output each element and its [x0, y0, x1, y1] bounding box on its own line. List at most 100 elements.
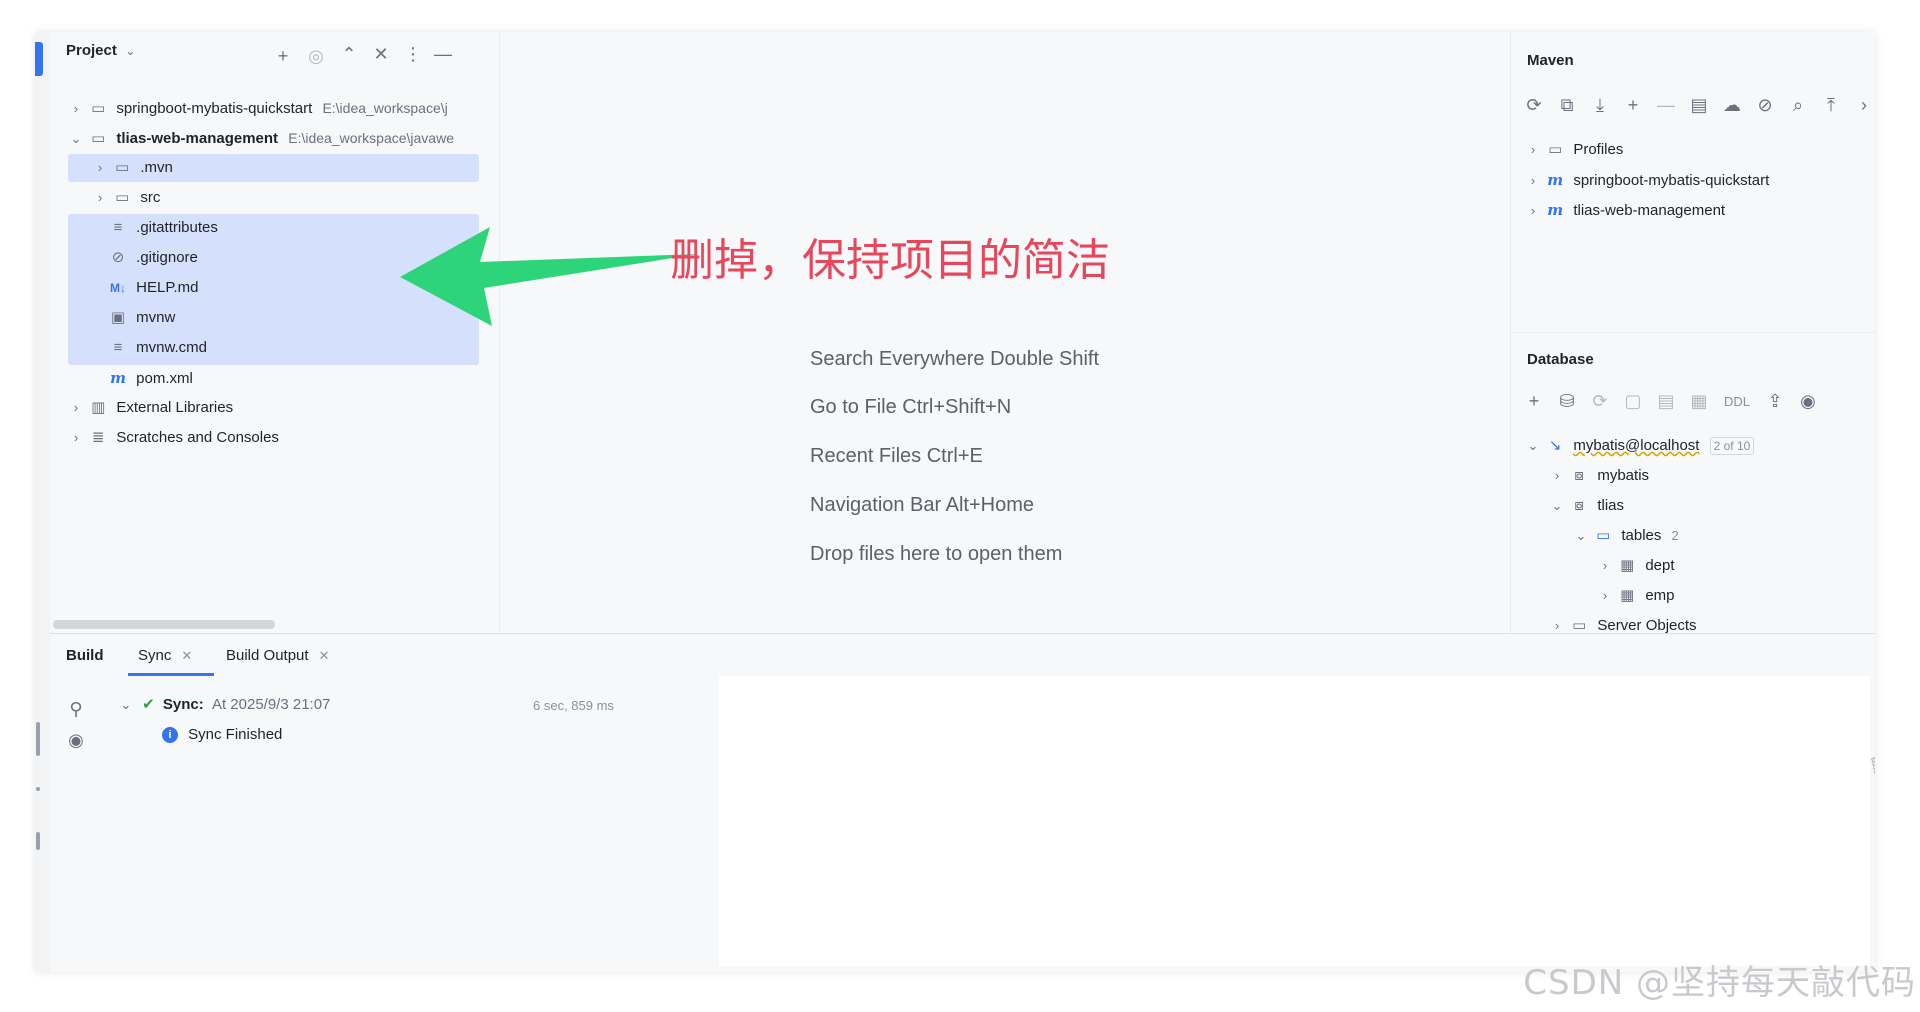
text-file-icon: ≡ [113, 339, 123, 356]
project-title: Project [66, 42, 117, 59]
reload-icon[interactable]: ⟳ [1523, 95, 1545, 115]
chevron-right-icon[interactable]: › [1853, 95, 1875, 115]
close-icon[interactable]: ✕ [319, 648, 330, 663]
maven-icon: m [1547, 171, 1564, 189]
expand-all-icon[interactable]: ⌃ [338, 44, 360, 64]
tool-strip-dot [36, 787, 40, 791]
chevron-down-icon: ⌄ [1551, 498, 1563, 513]
chevron-right-icon: › [1602, 588, 1608, 603]
properties-icon[interactable]: ▢ [1622, 391, 1644, 411]
tab-sync[interactable]: Sync ✕ [138, 636, 192, 676]
database-toolbar: + ⛁ ⟳ ▢ ▤ ▦ DDL ⇪ ◉ [1523, 391, 1819, 411]
ddl-button[interactable]: DDL [1721, 394, 1753, 409]
watermark: CSDN @坚持每天敲代码 [1523, 963, 1916, 1003]
module-folder-icon: ▭ [91, 130, 106, 147]
connection-icon: ↘ [1548, 437, 1562, 454]
db-connection[interactable]: ⌄ ↘ mybatis@localhost 2 of 10 [1525, 431, 1755, 461]
tree-item[interactable]: › ▭ .mvn [92, 153, 173, 183]
tree-item[interactable]: › ≣ Scratches and Consoles [68, 423, 279, 453]
tree-item-label: External Libraries [116, 399, 234, 416]
maven-item-label: springboot-mybatis-quickstart [1573, 172, 1770, 189]
tree-item-path: E:\idea_workspace\javawe [288, 130, 454, 146]
add-maven-project-icon[interactable]: ⧉ [1556, 95, 1578, 115]
sync-finished-row[interactable]: i Sync Finished [162, 720, 282, 750]
tree-item[interactable]: › ▭ springboot-mybatis-quickstart E:\ide… [68, 93, 448, 123]
project-panel-header[interactable]: Project ⌄ [66, 42, 135, 60]
db-folder[interactable]: › ▭ Server Objects [1549, 611, 1697, 633]
console-icon[interactable]: ▤ [1655, 391, 1677, 411]
refresh-icon[interactable]: ⟳ [1589, 391, 1611, 411]
add-icon[interactable]: + [272, 46, 294, 66]
show-dependencies-icon[interactable]: ⌕ [1787, 95, 1809, 115]
offline-mode-icon[interactable]: ☁ [1721, 95, 1743, 115]
scroll-to-end-icon[interactable]: ⤓ [1868, 726, 1875, 746]
data-source-icon[interactable]: ⛁ [1556, 391, 1578, 411]
chevron-right-icon: › [97, 190, 103, 205]
db-folder[interactable]: ⌄ ▭ tables 2 [1573, 521, 1679, 551]
hint-recent-files: Recent Files Ctrl+E [810, 445, 983, 467]
add-icon[interactable]: + [1523, 391, 1545, 411]
maven-item-project[interactable]: › m tlias-web-management [1525, 195, 1725, 225]
add-icon[interactable]: + [1622, 95, 1644, 115]
skip-tests-icon[interactable]: ⊘ [1754, 95, 1776, 115]
table-icon[interactable]: ▦ [1688, 391, 1710, 411]
remove-icon[interactable]: — [1655, 95, 1677, 115]
tree-item-label: Scratches and Consoles [116, 429, 279, 446]
tree-item[interactable]: ▣ mvnw [108, 303, 175, 333]
tree-item[interactable]: ≡ mvnw.cmd [108, 333, 207, 363]
database-title: Database [1527, 351, 1594, 368]
tree-item[interactable]: m pom.xml [108, 363, 193, 393]
collapse-icon[interactable]: ⤒ [1820, 95, 1842, 115]
db-table[interactable]: › ▦ dept [1597, 551, 1675, 581]
folder-icon: ▭ [1572, 617, 1587, 633]
maven-item-label: Profiles [1573, 141, 1624, 158]
horizontal-scrollbar[interactable] [53, 620, 275, 629]
pin-icon[interactable]: ⚲ [65, 699, 87, 719]
trash-icon[interactable]: 🗑 [1868, 756, 1875, 776]
maven-item-profiles[interactable]: › ▭ Profiles [1525, 135, 1624, 165]
minimize-icon[interactable]: — [432, 44, 454, 64]
folder-icon: ▭ [1548, 141, 1563, 158]
tree-item-label: tlias-web-management [116, 130, 279, 147]
project-tool-button[interactable] [35, 42, 43, 76]
db-table[interactable]: › ▦ emp [1597, 581, 1675, 611]
collapse-all-icon[interactable]: ✕ [370, 44, 392, 64]
tree-item[interactable]: › ▭ src [92, 183, 161, 213]
module-folder-icon: ▭ [91, 100, 106, 117]
chevron-right-icon: › [1602, 558, 1608, 573]
tree-item[interactable]: › ▥ External Libraries [68, 393, 233, 423]
close-icon[interactable]: ✕ [181, 648, 192, 663]
tree-item-label: src [140, 189, 161, 206]
run-config-icon[interactable]: ▤ [1688, 95, 1710, 115]
eye-icon[interactable]: ◉ [65, 730, 87, 750]
download-icon[interactable]: ⤓ [1589, 95, 1611, 115]
view-icon[interactable]: ◉ [1797, 391, 1819, 411]
tree-item[interactable]: M↓ HELP.md [108, 273, 198, 303]
tab-build-output[interactable]: Build Output ✕ [226, 636, 329, 676]
sync-row[interactable]: ⌄ ✔ Sync: At 2025/9/3 21:07 [118, 690, 331, 720]
hint-go-to-file: Go to File Ctrl+Shift+N [810, 396, 1012, 418]
hint-navigation-bar: Navigation Bar Alt+Home [810, 494, 1035, 516]
locate-icon[interactable]: ◎ [305, 46, 327, 66]
db-schema[interactable]: ⌄ ⧇ tlias [1549, 491, 1624, 521]
db-schema[interactable]: › ⧇ mybatis [1549, 461, 1649, 491]
maven-item-label: tlias-web-management [1573, 202, 1726, 219]
chevron-down-icon: ⌄ [70, 131, 82, 146]
tree-item[interactable]: ⌄ ▭ tlias-web-management E:\idea_workspa… [68, 123, 454, 153]
active-tab-indicator [128, 673, 214, 676]
project-panel: Project ⌄ + ◎ ⌃ ✕ ⋮ — › ▭ springboot-myb… [50, 32, 500, 632]
sync-time: At 2025/9/3 21:07 [211, 696, 331, 713]
chevron-right-icon: › [73, 400, 79, 415]
tree-item-label: HELP.md [136, 279, 199, 296]
hint-drop-files: Drop files here to open them [810, 543, 1063, 565]
tree-item[interactable]: ≡ .gitattributes [108, 213, 218, 243]
export-icon[interactable]: ⇪ [1764, 391, 1786, 411]
schema-icon: ⧇ [1574, 497, 1584, 514]
maven-item-project[interactable]: › m springboot-mybatis-quickstart [1525, 165, 1769, 195]
build-panel: Build Sync ✕ Build Output ✕ ⚲ ◉ ⌄ ✔ Sync: … [50, 633, 1875, 972]
soft-wrap-icon[interactable]: ⤶ [1868, 696, 1875, 716]
tree-item[interactable]: ⊘ .gitignore [108, 243, 198, 273]
more-options-icon[interactable]: ⋮ [402, 44, 424, 64]
table-icon: ▦ [1620, 557, 1635, 574]
build-output-console[interactable] [719, 676, 1870, 966]
